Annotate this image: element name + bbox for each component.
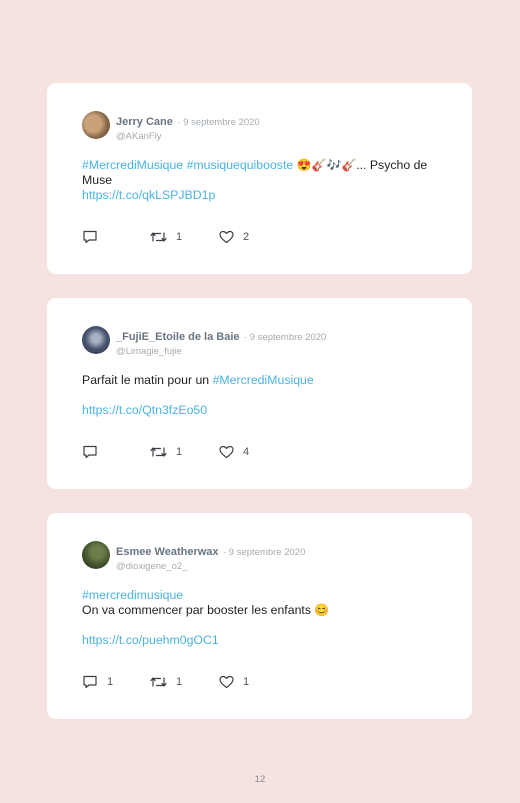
reply-icon [83, 230, 97, 244]
author-handle[interactable]: @dioxigene_o2_ [116, 561, 305, 572]
tweet-date: · 9 septembre 2020 [243, 332, 327, 343]
like-icon [219, 230, 234, 244]
author-name[interactable]: Esmee Weatherwax [116, 546, 219, 558]
like-button[interactable]: 1 [219, 675, 249, 689]
avatar[interactable] [82, 326, 110, 354]
tweet-link[interactable]: https://t.co/Qtn3fzEo50 [82, 403, 207, 417]
tweet-card: Esmee Weatherwax · 9 septembre 2020 @dio… [47, 513, 472, 719]
retweet-count: 1 [176, 231, 183, 243]
like-button[interactable]: 4 [219, 445, 249, 459]
emoji-text: 😊 [314, 603, 330, 617]
hashtag-link[interactable]: #MercrediMusique [213, 373, 314, 387]
like-icon [219, 675, 234, 689]
avatar[interactable] [82, 541, 110, 569]
retweet-count: 1 [176, 676, 183, 688]
like-icon [219, 445, 234, 459]
retweet-button[interactable]: 1 [150, 675, 182, 689]
like-button[interactable]: 2 [219, 230, 249, 244]
tweet-date: · 9 septembre 2020 [222, 547, 306, 558]
reply-button[interactable] [82, 230, 107, 244]
author-name[interactable]: Jerry Cane [116, 116, 173, 128]
author-handle[interactable]: @AKanFly [116, 131, 260, 142]
retweet-icon [150, 447, 167, 457]
reply-count: 1 [107, 676, 114, 688]
tweet-text: #mercredimusique On va commencer par boo… [82, 588, 442, 618]
page-number: 12 [254, 774, 266, 785]
like-count: 4 [243, 446, 250, 458]
emoji-text: 😍🎸🎶🎸... [296, 158, 367, 172]
tweet-card: _FujiE_Etoile de la Baie · 9 septembre 2… [47, 298, 472, 489]
tweet-text-plain: On va commencer par booster les enfants [82, 603, 315, 617]
reply-icon [83, 675, 97, 689]
author-name[interactable]: _FujiE_Etoile de la Baie [116, 331, 240, 343]
hashtag-link[interactable]: #MercrediMusique #musiquequibooste [82, 158, 293, 172]
like-count: 1 [243, 676, 250, 688]
retweet-icon [150, 677, 167, 687]
avatar[interactable] [82, 111, 110, 139]
reply-button[interactable]: 1 [82, 675, 113, 689]
like-count: 2 [243, 231, 250, 243]
reply-button[interactable] [82, 445, 107, 459]
tweet-text: Parfait le matin pour un #MercrediMusiqu… [82, 373, 442, 388]
tweet-text-plain: Parfait le matin pour un [82, 373, 213, 387]
retweet-button[interactable]: 1 [150, 445, 182, 459]
retweet-count: 1 [176, 446, 183, 458]
hashtag-link[interactable]: #mercredimusique [82, 588, 183, 602]
tweet-link[interactable]: https://t.co/puehm0gOC1 [82, 633, 219, 647]
tweet-card: Jerry Cane · 9 septembre 2020 @AKanFly #… [47, 83, 472, 274]
author-handle[interactable]: @Limagie_fujie [116, 346, 326, 357]
retweet-button[interactable]: 1 [150, 230, 182, 244]
tweet-link[interactable]: https://t.co/qkLSPJBD1p [82, 188, 215, 202]
retweet-icon [150, 232, 167, 242]
tweet-text: #MercrediMusique #musiquequibooste 😍🎸🎶🎸.… [82, 158, 442, 188]
tweet-date: · 9 septembre 2020 [177, 117, 260, 128]
reply-icon [83, 445, 97, 459]
